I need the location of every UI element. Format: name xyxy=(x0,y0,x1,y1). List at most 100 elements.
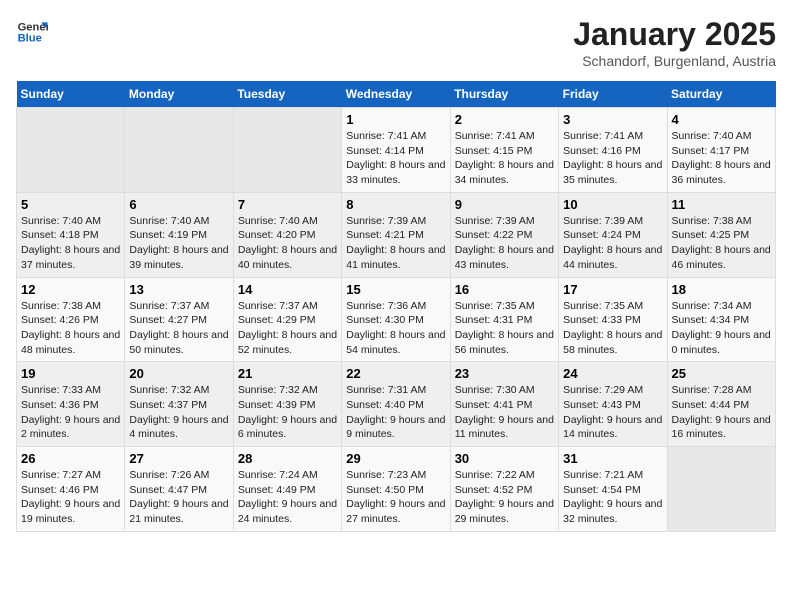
day-number: 31 xyxy=(563,451,662,466)
calendar-cell: 11 Sunrise: 7:38 AM Sunset: 4:25 PM Dayli… xyxy=(667,192,775,277)
title-block: January 2025 Schandorf, Burgenland, Aust… xyxy=(573,16,776,69)
day-content: Sunrise: 7:36 AM Sunset: 4:30 PM Dayligh… xyxy=(346,299,445,358)
day-number: 30 xyxy=(455,451,554,466)
day-number: 24 xyxy=(563,366,662,381)
day-content: Sunrise: 7:23 AM Sunset: 4:50 PM Dayligh… xyxy=(346,468,445,527)
header-cell-monday: Monday xyxy=(125,81,233,108)
calendar-week-4: 26 Sunrise: 7:27 AM Sunset: 4:46 PM Dayli… xyxy=(17,447,776,532)
day-number: 10 xyxy=(563,197,662,212)
day-content: Sunrise: 7:39 AM Sunset: 4:21 PM Dayligh… xyxy=(346,214,445,273)
calendar-cell: 19 Sunrise: 7:33 AM Sunset: 4:36 PM Dayli… xyxy=(17,362,125,447)
calendar-cell: 18Sunrise: 7:34 AM Sunset: 4:34 PM Dayli… xyxy=(667,277,775,362)
day-number: 28 xyxy=(238,451,337,466)
calendar-cell: 27 Sunrise: 7:26 AM Sunset: 4:47 PM Dayli… xyxy=(125,447,233,532)
day-content: Sunrise: 7:41 AM Sunset: 4:16 PM Dayligh… xyxy=(563,129,662,188)
day-number: 22 xyxy=(346,366,445,381)
calendar-cell: 1 Sunrise: 7:41 AM Sunset: 4:14 PM Daylig… xyxy=(342,108,450,193)
calendar-cell: 8 Sunrise: 7:39 AM Sunset: 4:21 PM Daylig… xyxy=(342,192,450,277)
calendar-cell: 17 Sunrise: 7:35 AM Sunset: 4:33 PM Dayli… xyxy=(559,277,667,362)
calendar-cell: 21Sunrise: 7:32 AM Sunset: 4:39 PM Dayli… xyxy=(233,362,341,447)
day-number: 26 xyxy=(21,451,120,466)
calendar-cell: 22 Sunrise: 7:31 AM Sunset: 4:40 PM Dayli… xyxy=(342,362,450,447)
day-content: Sunrise: 7:24 AM Sunset: 4:49 PM Dayligh… xyxy=(238,468,337,527)
day-content: Sunrise: 7:28 AM Sunset: 4:44 PM Dayligh… xyxy=(672,383,771,442)
day-content: Sunrise: 7:30 AM Sunset: 4:41 PM Dayligh… xyxy=(455,383,554,442)
day-content: Sunrise: 7:33 AM Sunset: 4:36 PM Dayligh… xyxy=(21,383,120,442)
svg-text:Blue: Blue xyxy=(18,33,42,45)
day-number: 4 xyxy=(672,112,771,127)
calendar-cell: 14Sunrise: 7:37 AM Sunset: 4:29 PM Dayli… xyxy=(233,277,341,362)
day-number: 8 xyxy=(346,197,445,212)
header-row: SundayMondayTuesdayWednesdayThursdayFrid… xyxy=(17,81,776,108)
day-number: 15 xyxy=(346,282,445,297)
day-number: 1 xyxy=(346,112,445,127)
day-number: 7 xyxy=(238,197,337,212)
day-number: 21 xyxy=(238,366,337,381)
calendar-cell xyxy=(125,108,233,193)
day-content: Sunrise: 7:26 AM Sunset: 4:47 PM Dayligh… xyxy=(129,468,228,527)
day-content: Sunrise: 7:38 AM Sunset: 4:26 PM Dayligh… xyxy=(21,299,120,358)
month-title: January 2025 xyxy=(573,16,776,53)
calendar-cell: 26 Sunrise: 7:27 AM Sunset: 4:46 PM Dayli… xyxy=(17,447,125,532)
logo: General Blue xyxy=(16,16,48,48)
day-content: Sunrise: 7:34 AM Sunset: 4:34 PM Dayligh… xyxy=(672,299,771,358)
day-number: 14 xyxy=(238,282,337,297)
day-number: 29 xyxy=(346,451,445,466)
calendar-cell: 5Sunrise: 7:40 AM Sunset: 4:18 PM Daylig… xyxy=(17,192,125,277)
day-number: 27 xyxy=(129,451,228,466)
calendar-cell: 24 Sunrise: 7:29 AM Sunset: 4:43 PM Dayli… xyxy=(559,362,667,447)
calendar-cell: 31 Sunrise: 7:21 AM Sunset: 4:54 PM Dayli… xyxy=(559,447,667,532)
calendar-cell: 4 Sunrise: 7:40 AM Sunset: 4:17 PM Daylig… xyxy=(667,108,775,193)
day-number: 13 xyxy=(129,282,228,297)
day-number: 23 xyxy=(455,366,554,381)
calendar-table: SundayMondayTuesdayWednesdayThursdayFrid… xyxy=(16,81,776,532)
day-content: Sunrise: 7:21 AM Sunset: 4:54 PM Dayligh… xyxy=(563,468,662,527)
day-content: Sunrise: 7:39 AM Sunset: 4:24 PM Dayligh… xyxy=(563,214,662,273)
calendar-week-1: 5Sunrise: 7:40 AM Sunset: 4:18 PM Daylig… xyxy=(17,192,776,277)
day-content: Sunrise: 7:40 AM Sunset: 4:18 PM Dayligh… xyxy=(21,214,120,273)
calendar-cell: 7 Sunrise: 7:40 AM Sunset: 4:20 PM Daylig… xyxy=(233,192,341,277)
header-cell-saturday: Saturday xyxy=(667,81,775,108)
calendar-cell xyxy=(667,447,775,532)
header-cell-tuesday: Tuesday xyxy=(233,81,341,108)
calendar-cell: 9Sunrise: 7:39 AM Sunset: 4:22 PM Daylig… xyxy=(450,192,558,277)
day-number: 16 xyxy=(455,282,554,297)
day-content: Sunrise: 7:32 AM Sunset: 4:37 PM Dayligh… xyxy=(129,383,228,442)
day-number: 11 xyxy=(672,197,771,212)
calendar-cell: 29 Sunrise: 7:23 AM Sunset: 4:50 PM Dayli… xyxy=(342,447,450,532)
calendar-cell: 3 Sunrise: 7:41 AM Sunset: 4:16 PM Daylig… xyxy=(559,108,667,193)
calendar-cell: 23 Sunrise: 7:30 AM Sunset: 4:41 PM Dayli… xyxy=(450,362,558,447)
calendar-body: 1 Sunrise: 7:41 AM Sunset: 4:14 PM Daylig… xyxy=(17,108,776,532)
calendar-cell xyxy=(233,108,341,193)
calendar-cell: 25Sunrise: 7:28 AM Sunset: 4:44 PM Dayli… xyxy=(667,362,775,447)
day-number: 17 xyxy=(563,282,662,297)
day-content: Sunrise: 7:40 AM Sunset: 4:19 PM Dayligh… xyxy=(129,214,228,273)
day-content: Sunrise: 7:27 AM Sunset: 4:46 PM Dayligh… xyxy=(21,468,120,527)
calendar-week-3: 19 Sunrise: 7:33 AM Sunset: 4:36 PM Dayli… xyxy=(17,362,776,447)
day-content: Sunrise: 7:40 AM Sunset: 4:17 PM Dayligh… xyxy=(672,129,771,188)
calendar-cell: 6Sunrise: 7:40 AM Sunset: 4:19 PM Daylig… xyxy=(125,192,233,277)
day-number: 3 xyxy=(563,112,662,127)
day-content: Sunrise: 7:37 AM Sunset: 4:27 PM Dayligh… xyxy=(129,299,228,358)
header-cell-wednesday: Wednesday xyxy=(342,81,450,108)
location-subtitle: Schandorf, Burgenland, Austria xyxy=(573,53,776,69)
day-content: Sunrise: 7:38 AM Sunset: 4:25 PM Dayligh… xyxy=(672,214,771,273)
day-content: Sunrise: 7:31 AM Sunset: 4:40 PM Dayligh… xyxy=(346,383,445,442)
calendar-cell xyxy=(17,108,125,193)
calendar-week-2: 12Sunrise: 7:38 AM Sunset: 4:26 PM Dayli… xyxy=(17,277,776,362)
logo-icon: General Blue xyxy=(16,16,48,48)
calendar-header: SundayMondayTuesdayWednesdayThursdayFrid… xyxy=(17,81,776,108)
day-content: Sunrise: 7:35 AM Sunset: 4:31 PM Dayligh… xyxy=(455,299,554,358)
day-number: 19 xyxy=(21,366,120,381)
calendar-cell: 20Sunrise: 7:32 AM Sunset: 4:37 PM Dayli… xyxy=(125,362,233,447)
day-number: 9 xyxy=(455,197,554,212)
day-content: Sunrise: 7:41 AM Sunset: 4:15 PM Dayligh… xyxy=(455,129,554,188)
calendar-cell: 15 Sunrise: 7:36 AM Sunset: 4:30 PM Dayli… xyxy=(342,277,450,362)
day-content: Sunrise: 7:40 AM Sunset: 4:20 PM Dayligh… xyxy=(238,214,337,273)
calendar-cell: 13 Sunrise: 7:37 AM Sunset: 4:27 PM Dayli… xyxy=(125,277,233,362)
day-content: Sunrise: 7:41 AM Sunset: 4:14 PM Dayligh… xyxy=(346,129,445,188)
day-content: Sunrise: 7:35 AM Sunset: 4:33 PM Dayligh… xyxy=(563,299,662,358)
calendar-cell: 12Sunrise: 7:38 AM Sunset: 4:26 PM Dayli… xyxy=(17,277,125,362)
day-content: Sunrise: 7:29 AM Sunset: 4:43 PM Dayligh… xyxy=(563,383,662,442)
calendar-cell: 2Sunrise: 7:41 AM Sunset: 4:15 PM Daylig… xyxy=(450,108,558,193)
